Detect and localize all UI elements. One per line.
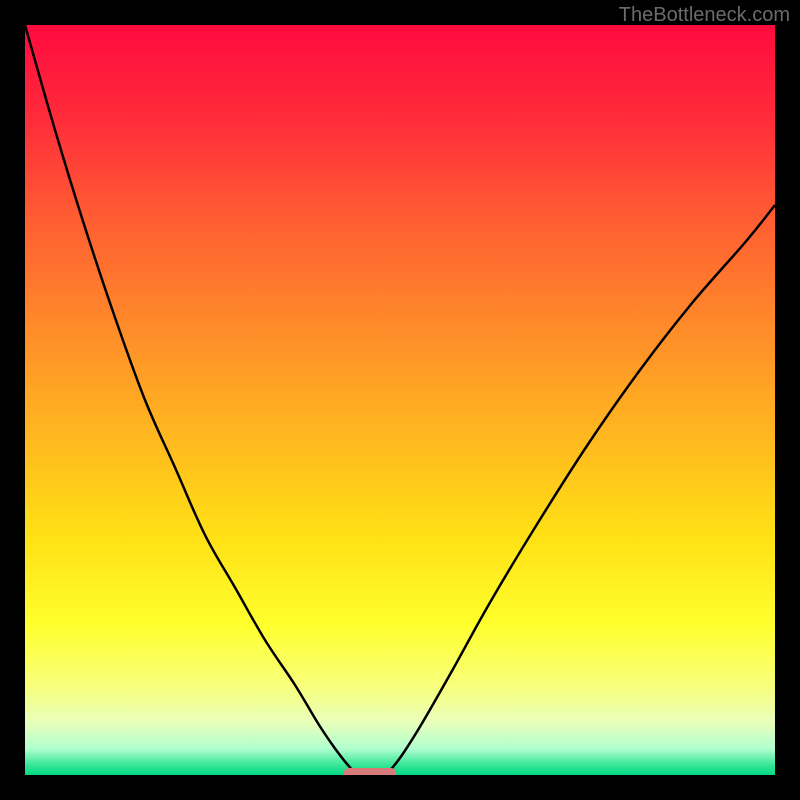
plot-svg bbox=[25, 25, 775, 775]
baseline-marker bbox=[344, 768, 397, 775]
watermark-text: TheBottleneck.com bbox=[619, 4, 790, 27]
gradient-background bbox=[25, 25, 775, 775]
chart-container: TheBottleneck.com bbox=[0, 0, 800, 800]
